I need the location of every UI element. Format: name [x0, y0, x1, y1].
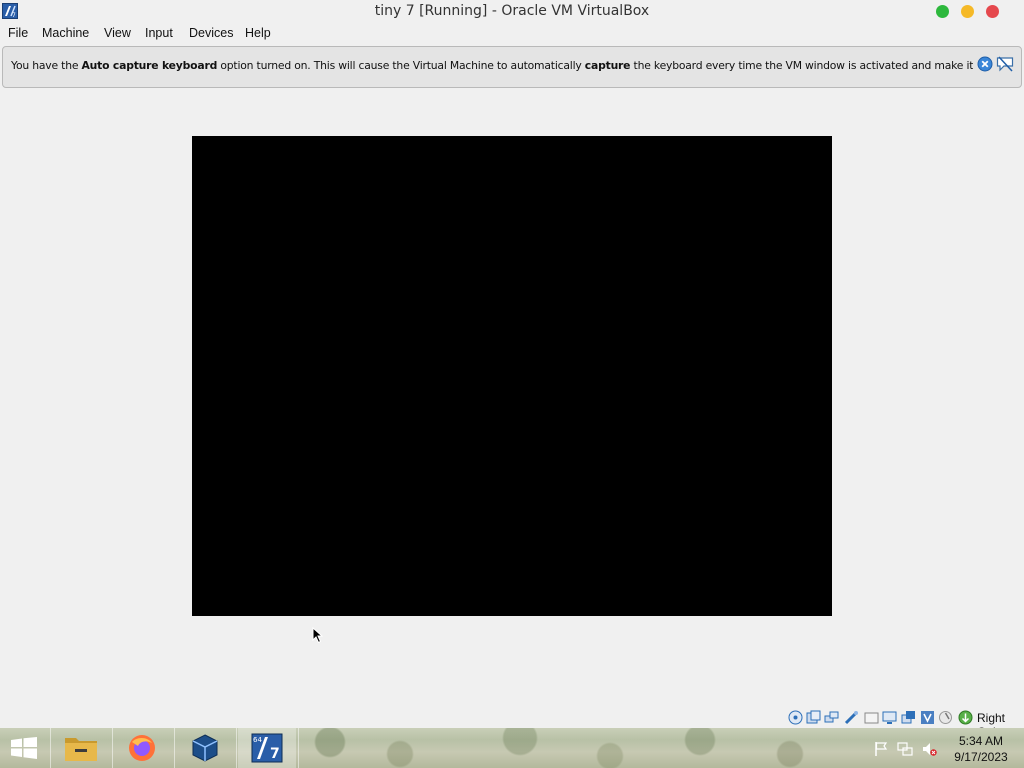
mouse-cursor-icon: [312, 627, 323, 644]
auto-capture-notification: You have the Auto capture keyboard optio…: [2, 46, 1022, 88]
do-not-show-again-icon[interactable]: [996, 56, 1014, 72]
tiny7-vm-icon: 64 7: [251, 733, 283, 763]
network-icon[interactable]: [824, 710, 839, 725]
taskbar-file-explorer[interactable]: [52, 728, 110, 768]
windows-logo-icon: [11, 737, 37, 759]
clock-date: 9/17/2023: [954, 750, 1008, 764]
close-button[interactable]: [986, 5, 999, 18]
vm-display[interactable]: [192, 136, 832, 616]
notification-text-2: option turned on. This will cause the Vi…: [217, 59, 585, 72]
taskbar-tiny7-vm[interactable]: 64 7: [238, 728, 296, 768]
notification-bold-2: capture: [584, 59, 631, 72]
start-button[interactable]: [0, 728, 48, 768]
menu-machine[interactable]: Machine: [42, 26, 89, 40]
title-bar: 7 tiny 7 [Running] - Oracle VM VirtualBo…: [0, 0, 1024, 23]
maximize-button[interactable]: [961, 5, 974, 18]
virtualization-icon[interactable]: [920, 710, 935, 725]
file-explorer-icon: [65, 738, 97, 761]
display-icon[interactable]: [882, 710, 897, 725]
shared-folders-icon[interactable]: [864, 710, 879, 725]
menu-help[interactable]: Help: [245, 26, 271, 40]
virtualbox-icon: [192, 734, 218, 762]
taskbar-firefox[interactable]: [114, 728, 172, 768]
volume-muted-icon[interactable]: [921, 741, 937, 757]
svg-text:64: 64: [253, 736, 262, 744]
audio-icon[interactable]: [806, 710, 821, 725]
notification-message: You have the Auto capture keyboard optio…: [11, 59, 973, 72]
notification-text-3: the keyboard every time the VM window is…: [633, 59, 973, 72]
video-capture-icon[interactable]: [901, 710, 916, 725]
close-circle-icon[interactable]: [977, 56, 993, 72]
menu-devices[interactable]: Devices: [189, 26, 233, 40]
action-center-flag-icon[interactable]: [873, 741, 889, 757]
keyboard-icon[interactable]: [958, 710, 973, 725]
network-tray-icon[interactable]: [897, 741, 913, 757]
taskbar: 64 7: [0, 728, 1024, 768]
menu-bar: File Machine View Input Devices Help: [0, 23, 1024, 44]
clock-time: 5:34 AM: [958, 734, 1004, 748]
notification-bold-1: Auto capture keyboard: [81, 59, 218, 72]
svg-text:7: 7: [270, 746, 280, 762]
optical-drive-icon[interactable]: [788, 710, 803, 725]
window-title: tiny 7 [Running] - Oracle VM VirtualBox: [374, 3, 650, 19]
mouse-integration-icon[interactable]: [938, 710, 953, 725]
menu-input[interactable]: Input: [145, 26, 173, 40]
usb-icon[interactable]: [844, 710, 859, 725]
taskbar-clock[interactable]: 5:34 AM 9/17/2023: [948, 733, 1014, 765]
minimize-button[interactable]: [936, 5, 949, 18]
menu-view[interactable]: View: [104, 26, 131, 40]
notification-text-1: You have the: [11, 59, 82, 72]
menu-file[interactable]: File: [8, 26, 28, 40]
firefox-icon: [129, 735, 155, 761]
taskbar-virtualbox[interactable]: [176, 728, 234, 768]
